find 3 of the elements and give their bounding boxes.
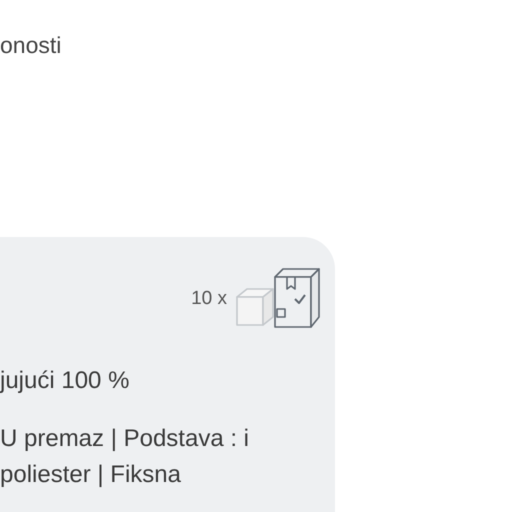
section-heading: onosti: [0, 32, 62, 58]
quantity-label: 10 x: [191, 286, 227, 311]
description-text: U premaz | Podstava : i poliester | Fiksna: [0, 424, 250, 490]
